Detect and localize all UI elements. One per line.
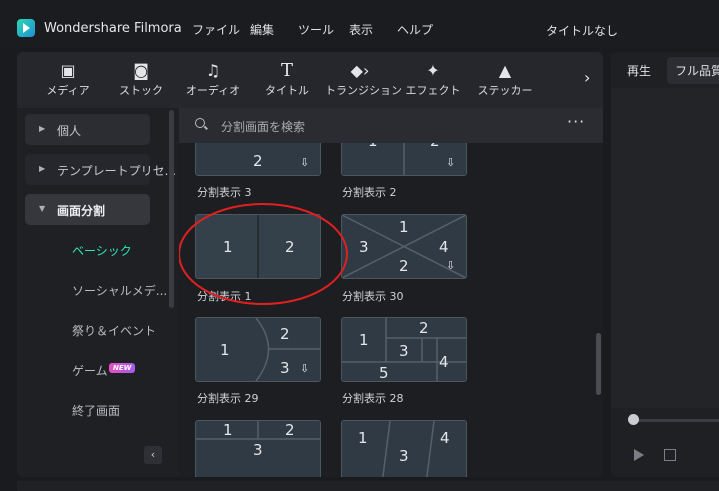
tool-sticker[interactable]: ▲ ステッカー [470,52,540,106]
scrub-handle[interactable] [628,414,639,425]
menu-edit[interactable]: 編集 [250,21,274,38]
tool-media[interactable]: ▣ メディア [33,52,103,106]
chevron-right-icon: ▶ [39,164,46,173]
sidebar-sub-social-media[interactable]: ソーシャルメデ... [72,282,167,299]
title-bar: Wondershare Filmora ファイル 編集 ツール 表示 ヘルプ タ… [0,0,719,48]
sidebar-item-split-screen[interactable]: ▼ 画面分割 [25,194,150,225]
sidebar-item-personal[interactable]: ▶ 個人 [25,114,150,145]
tool-media-label: メディア [46,84,90,97]
chevron-right-icon: ▶ [39,124,46,133]
sidebar-sub-end-screen[interactable]: 終了画面 [72,402,120,419]
media-library-panel: ▣ メディア ◙ ストック ♫ オーディオ T タイトル ◆› トランジション … [17,52,603,477]
sidebar-item-label: 画面分割 [57,204,106,218]
tool-audio[interactable]: ♫ オーディオ [178,52,248,106]
tool-stock-label: ストック [119,84,163,97]
menu-file[interactable]: ファイル [192,21,240,38]
sticker-icon: ▲ [498,61,512,80]
template-grid-scrollbar[interactable] [596,333,601,395]
effects-icon: ✦ [426,61,440,80]
app-name: Wondershare Filmora [44,21,182,36]
chevron-down-icon: ▼ [39,204,46,213]
document-title: タイトルなし [546,24,619,38]
tool-sticker-label: ステッカー [477,84,533,97]
scrub-track[interactable] [631,419,719,422]
sidebar-item-template-presets[interactable]: ▶ テンプレートプリセ... [25,154,176,185]
category-sidebar: ▶ 個人 ▶ テンプレートプリセ... ▼ 画面分割 ベーシック ソーシャルメデ… [17,108,179,477]
video-preview-area [611,88,719,408]
sidebar-item-label: 個人 [57,124,82,138]
new-badge: NEW [109,363,136,373]
menu-view[interactable]: 表示 [349,21,373,38]
tool-effects-label: エフェクト [405,84,461,97]
asset-toolbar: ▣ メディア ◙ ストック ♫ オーディオ T タイトル ◆› トランジション … [17,52,603,106]
stock-icon: ◙ [133,61,149,80]
stop-icon[interactable] [664,449,676,461]
search-icon [195,118,205,128]
filmora-logo-icon [17,19,35,37]
collapse-sidebar-button[interactable]: ‹ [144,446,162,464]
search-input[interactable]: 分割画面を検索 [221,118,305,135]
audio-icon: ♫ [205,61,221,80]
timeline-edge [17,481,719,491]
more-options-icon[interactable]: ··· [567,112,585,131]
highlight-circle-annotation [179,203,348,305]
tab-playback[interactable]: 再生 [627,62,651,79]
sidebar-item-label: テンプレートプリセ... [57,164,177,178]
template-grid: 2 ⇩ 分割表示 3 1 2 ⇩ 分割表示 2 1 2 分割表示 1 1 3 4… [179,143,603,477]
tool-effects[interactable]: ✦ エフェクト [398,52,468,106]
sidebar-sub-basic[interactable]: ベーシック [72,242,132,259]
tool-transition-label: トランジション [325,84,402,97]
tool-title[interactable]: T タイトル [252,52,322,106]
tool-audio-label: オーディオ [185,84,241,97]
toolbar-more-chevron-icon[interactable]: › [584,68,590,87]
title-icon: T [280,60,293,81]
sidebar-sub-game[interactable]: ゲーム [72,362,108,379]
tool-stock[interactable]: ◙ ストック [106,52,176,106]
sidebar-scrollbar[interactable] [169,110,174,308]
tab-full-quality[interactable]: フル品質 [667,57,719,84]
tool-title-label: タイトル [265,84,309,97]
preview-panel: 再生 フル品質 [611,52,719,477]
tool-transition[interactable]: ◆› トランジション [325,52,402,106]
transition-icon: ◆› [350,61,370,80]
play-icon[interactable] [634,449,644,461]
search-bar[interactable]: 分割画面を検索 ··· [179,108,603,143]
media-icon: ▣ [60,61,76,80]
sidebar-sub-festivals[interactable]: 祭り＆イベント [72,322,156,339]
menu-tools[interactable]: ツール [298,21,334,38]
menu-help[interactable]: ヘルプ [397,21,433,38]
